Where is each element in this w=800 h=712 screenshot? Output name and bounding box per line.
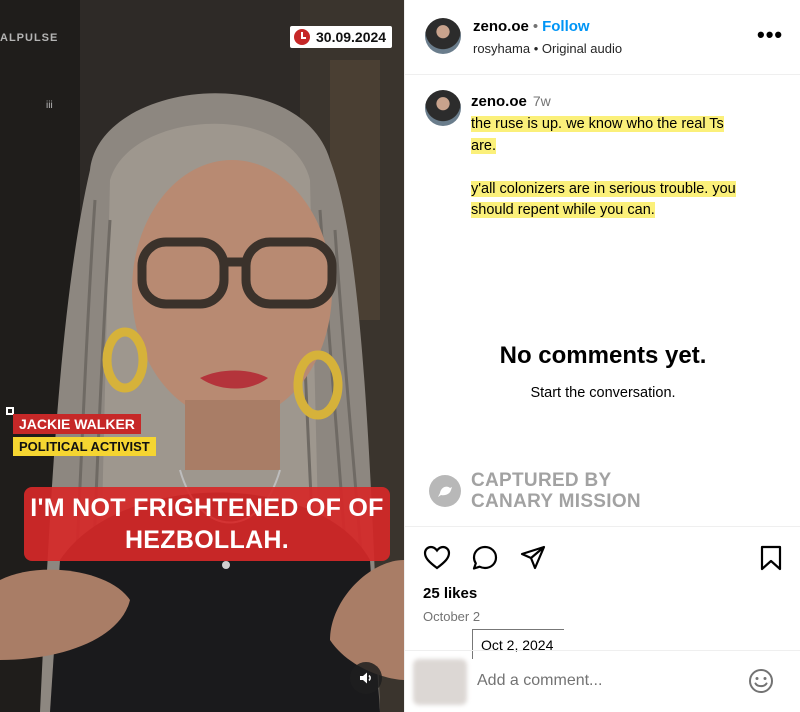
original-audio-link[interactable]: Original audio xyxy=(542,41,622,56)
watermark-text: CAPTURED BY CANARY MISSION xyxy=(471,470,641,512)
speaker-icon xyxy=(360,672,371,684)
video-subtitle: I'M NOT FRIGHTENED OF OF HEZBOLLAH. xyxy=(24,487,390,561)
watermark-line-1: CAPTURED BY xyxy=(471,470,612,491)
caption-line: are. xyxy=(471,137,496,154)
subtitle-line-2: HEZBOLLAH. xyxy=(124,526,290,554)
comment-icon[interactable] xyxy=(471,544,499,572)
date-badge-text: 30.09.2024 xyxy=(316,29,387,45)
video-player[interactable]: ALPULSE 30.09.2024 iii JACKIE WALKER POL… xyxy=(0,0,404,712)
share-icon[interactable] xyxy=(519,544,547,572)
audio-line: rosyhama • Original audio xyxy=(473,41,622,56)
heart-icon[interactable] xyxy=(423,544,451,572)
post-date[interactable]: October 2 xyxy=(423,609,480,624)
emoji-icon[interactable] xyxy=(747,667,775,695)
watermark-line-2: CANARY MISSION xyxy=(471,491,641,512)
clock-icon xyxy=(294,29,310,45)
add-comment-row xyxy=(405,650,800,712)
caption-avatar[interactable] xyxy=(425,90,461,126)
speaker-name-tag: JACKIE WALKER xyxy=(13,414,141,434)
author-username[interactable]: zeno.oe xyxy=(473,18,529,35)
follow-button[interactable]: Follow xyxy=(542,18,590,35)
redacted-avatar xyxy=(413,659,467,705)
caption-text: the ruse is up. we know who the real Ts … xyxy=(471,114,791,243)
instagram-post-view: ALPULSE 30.09.2024 iii JACKIE WALKER POL… xyxy=(0,0,800,712)
caption-line: the ruse is up. we know who the real Ts xyxy=(471,116,724,132)
audio-user-link[interactable]: rosyhama xyxy=(473,41,530,56)
overlay-mark: iii xyxy=(46,100,53,111)
canary-bird-icon xyxy=(429,475,461,507)
post-header: zeno.oe • Follow rosyhama • Original audio… xyxy=(405,0,800,75)
channel-brand: ALPULSE xyxy=(0,32,59,44)
video-frame xyxy=(0,0,404,712)
actions-divider xyxy=(405,526,800,527)
caption-line: y'all colonizers are in serious trouble.… xyxy=(471,180,736,197)
add-comment-input[interactable] xyxy=(477,667,717,695)
post-sidebar: zeno.oe • Follow rosyhama • Original audio… xyxy=(404,0,800,712)
subtitle-line-1: I'M NOT FRIGHTENED OF OF xyxy=(30,494,384,522)
author-line: zeno.oe • Follow xyxy=(473,18,590,35)
caption-time: 7w xyxy=(532,93,551,109)
canary-mission-watermark: CAPTURED BY CANARY MISSION xyxy=(429,470,641,512)
audio-separator: • xyxy=(533,41,539,56)
no-comments-title: No comments yet. xyxy=(499,342,707,369)
bookmark-icon[interactable] xyxy=(757,544,785,572)
date-badge: 30.09.2024 xyxy=(290,26,393,48)
speaker-role-tag: POLITICAL ACTIVIST xyxy=(13,437,156,456)
mute-toggle-button[interactable] xyxy=(350,662,382,694)
no-comments-subtitle: Start the conversation. xyxy=(530,385,676,401)
likes-count[interactable]: 25 likes xyxy=(423,585,477,602)
separator-dot: • xyxy=(532,18,539,35)
caption-author-line: zeno.oe 7w xyxy=(471,93,551,110)
caption-username[interactable]: zeno.oe xyxy=(471,93,527,110)
author-avatar[interactable] xyxy=(425,18,461,54)
caption-line: should repent while you can. xyxy=(471,202,655,218)
more-options-icon[interactable]: ••• xyxy=(757,22,783,48)
